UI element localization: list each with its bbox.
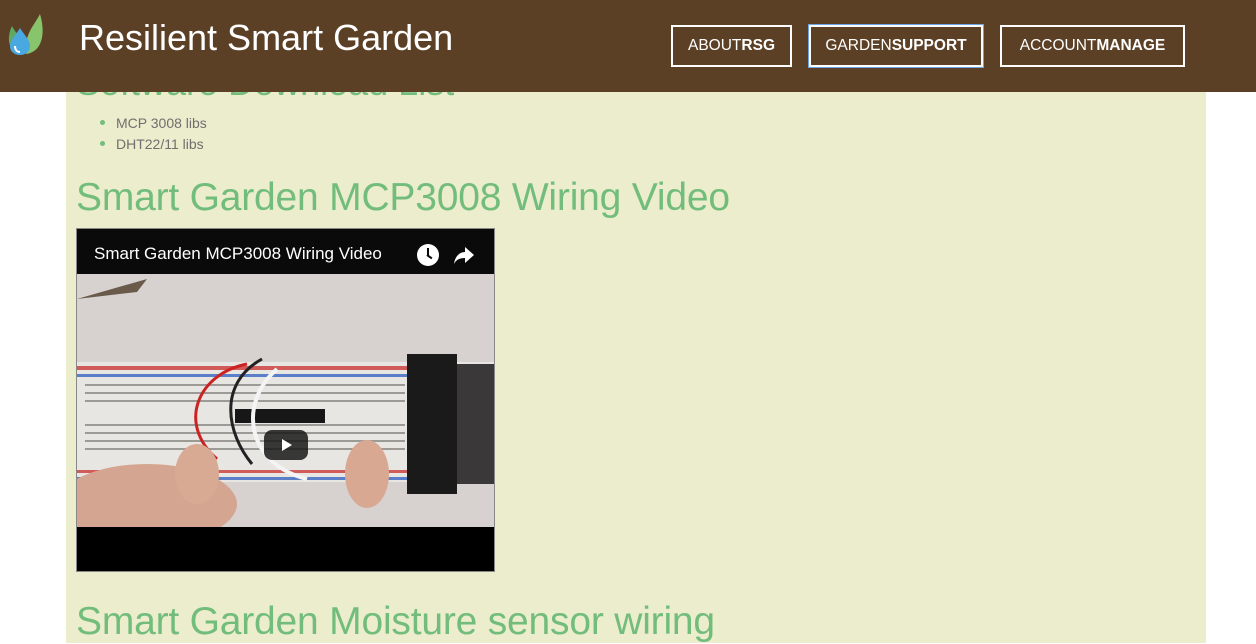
video-player[interactable]: Smart Garden MCP3008 Wiring Video xyxy=(76,228,495,572)
video-title[interactable]: Smart Garden MCP3008 Wiring Video xyxy=(94,244,382,264)
moisture-section-heading: Smart Garden Moisture sensor wiring xyxy=(76,600,715,643)
nav-account-manage-button[interactable]: ACCOUNTMANAGE xyxy=(1000,25,1185,67)
nav-account-light: ACCOUNT xyxy=(1019,37,1097,54)
video-title-bar: Smart Garden MCP3008 Wiring Video xyxy=(77,229,494,274)
download-link-dht22[interactable]: DHT22/11 libs xyxy=(116,136,204,152)
download-link-mcp3008[interactable]: MCP 3008 libs xyxy=(116,115,207,131)
video-letterbox xyxy=(77,527,494,571)
play-icon[interactable] xyxy=(264,430,308,460)
download-list: MCP 3008 libs DHT22/11 libs xyxy=(100,114,207,156)
video-section-heading: Smart Garden MCP3008 Wiring Video xyxy=(76,176,730,219)
nav-garden-support-button[interactable]: GARDENSUPPORT xyxy=(809,25,983,67)
water-drop-leaf-logo[interactable] xyxy=(4,12,46,56)
list-item: DHT22/11 libs xyxy=(100,135,207,156)
share-icon[interactable] xyxy=(453,245,475,265)
site-title[interactable]: Resilient Smart Garden xyxy=(79,17,453,59)
video-thumbnail xyxy=(77,274,494,527)
nav-account-bold: MANAGE xyxy=(1096,37,1166,54)
nav-about-light: ABOUT xyxy=(688,37,742,54)
top-navbar: Resilient Smart Garden ABOUTRSG GARDENSU… xyxy=(0,0,1256,92)
nav-garden-bold: SUPPORT xyxy=(891,37,967,54)
nav-about-button[interactable]: ABOUTRSG xyxy=(671,25,792,67)
nav-about-bold: RSG xyxy=(741,37,775,54)
list-item: MCP 3008 libs xyxy=(100,114,207,135)
clock-icon[interactable] xyxy=(417,244,439,266)
nav-garden-light: GARDEN xyxy=(825,37,892,54)
